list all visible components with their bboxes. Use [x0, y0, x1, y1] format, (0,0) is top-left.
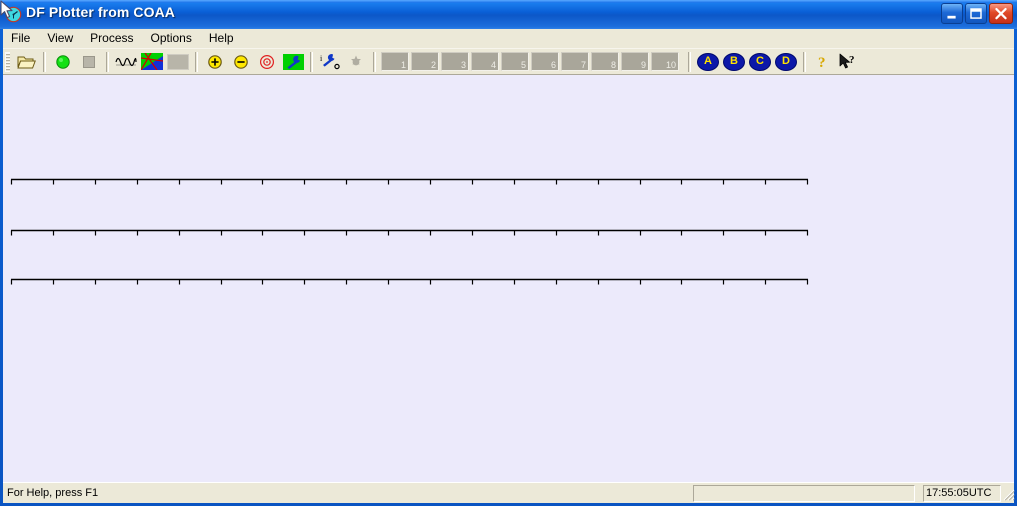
- channel-b-badge: B: [723, 52, 745, 71]
- menu-item-file[interactable]: File: [3, 30, 38, 47]
- channel-d-badge: D: [775, 52, 797, 71]
- compass-dial-icon: [5, 6, 22, 23]
- title-bar-highlight: [0, 0, 1017, 3]
- target-reset-icon: [259, 54, 275, 69]
- question-mark-icon: ?: [818, 55, 826, 71]
- title-bar[interactable]: DF Plotter from COAA: [0, 0, 1017, 29]
- waveform-view-button[interactable]: [114, 50, 138, 73]
- green-circle-run-icon: [56, 54, 70, 69]
- preset-label: 2: [430, 60, 436, 70]
- minimize-button[interactable]: [941, 3, 963, 24]
- open-folder-icon: [16, 56, 36, 69]
- plot-canvas[interactable]: [3, 75, 1014, 482]
- menu-item-view[interactable]: View: [39, 30, 81, 47]
- preset-label: 8: [610, 60, 616, 70]
- toolbar: i 1 2 3 4 5 6 7 8 9 10 A B C D ? ?: [3, 48, 1014, 75]
- toolbar-separator: [310, 51, 313, 72]
- preset-button-2[interactable]: 2: [411, 52, 439, 71]
- toolbar-separator: [688, 51, 691, 72]
- toolbar-separator: [106, 51, 109, 72]
- preset-button-4[interactable]: 4: [471, 52, 499, 71]
- channel-b-button[interactable]: B: [722, 50, 746, 73]
- reset-zoom-button[interactable]: [255, 50, 279, 73]
- context-help-button[interactable]: ?: [837, 50, 861, 73]
- svg-text:?: ?: [849, 54, 855, 66]
- waveform-icon: [115, 57, 137, 67]
- stop-button[interactable]: [77, 50, 101, 73]
- toolbar-separator: [43, 51, 46, 72]
- preset-label: 7: [580, 60, 586, 70]
- channel-c-button[interactable]: C: [748, 50, 772, 73]
- preset-button-6[interactable]: 6: [531, 52, 559, 71]
- preset-button-8[interactable]: 8: [591, 52, 619, 71]
- open-file-button[interactable]: [14, 50, 38, 73]
- zoom-out-icon: [234, 54, 248, 69]
- map-view-button[interactable]: [140, 50, 164, 73]
- preset-label: 9: [640, 60, 646, 70]
- blank-gray-icon: [167, 53, 189, 70]
- green-wrench-icon: [282, 53, 304, 70]
- plot-background: [3, 75, 1014, 482]
- help-button[interactable]: ?: [811, 50, 835, 73]
- application-window: DF Plotter from COAA File View Process O…: [0, 0, 1017, 506]
- plot-client-area[interactable]: [3, 75, 1014, 482]
- preset-label: 1: [400, 60, 406, 70]
- preset-label: 6: [550, 60, 556, 70]
- configure-button[interactable]: i: [318, 50, 342, 73]
- toolbar-separator: [373, 51, 376, 72]
- menu-item-process[interactable]: Process: [82, 30, 141, 47]
- info-wrench-icon: i: [320, 54, 340, 69]
- svg-text:?: ?: [818, 55, 826, 71]
- status-message-panel: [693, 485, 915, 502]
- preset-button-9[interactable]: 9: [621, 52, 649, 71]
- zoom-in-icon: [208, 54, 222, 69]
- setup-button[interactable]: [281, 50, 305, 73]
- window-title: DF Plotter from COAA: [26, 4, 175, 20]
- preset-button-1[interactable]: 1: [381, 52, 409, 71]
- preset-label: 10: [665, 60, 676, 70]
- calibrate-button[interactable]: [344, 50, 368, 73]
- toolbar-grip[interactable]: [5, 51, 10, 72]
- bearing-view-button[interactable]: [166, 50, 190, 73]
- zoom-in-button[interactable]: [203, 50, 227, 73]
- start-button[interactable]: [51, 50, 75, 73]
- status-bar: For Help, press F1 17:55:05UTC: [3, 482, 1015, 503]
- channel-d-button[interactable]: D: [774, 50, 798, 73]
- preset-button-5[interactable]: 5: [501, 52, 529, 71]
- map-terrain-icon: [141, 53, 163, 70]
- preset-button-7[interactable]: 7: [561, 52, 589, 71]
- channel-c-badge: C: [749, 52, 771, 71]
- channel-a-button[interactable]: A: [696, 50, 720, 73]
- status-help-text: For Help, press F1: [7, 487, 99, 499]
- context-help-arrow-icon: ?: [839, 53, 855, 68]
- maximize-button[interactable]: [965, 3, 987, 24]
- gray-star-icon: [351, 55, 361, 65]
- channel-a-badge: A: [697, 52, 719, 71]
- svg-text:i: i: [320, 54, 323, 63]
- menu-item-help[interactable]: Help: [201, 30, 242, 47]
- preset-button-10[interactable]: 10: [651, 52, 679, 71]
- menu-item-options[interactable]: Options: [143, 30, 200, 47]
- close-button[interactable]: [989, 3, 1013, 24]
- preset-label: 4: [490, 60, 496, 70]
- menu-bar: File View Process Options Help: [3, 29, 1014, 48]
- toolbar-separator: [803, 51, 806, 72]
- resize-grip-icon[interactable]: [1003, 489, 1015, 501]
- toolbar-separator: [195, 51, 198, 72]
- zoom-out-button[interactable]: [229, 50, 253, 73]
- preset-button-3[interactable]: 3: [441, 52, 469, 71]
- status-time-panel: 17:55:05UTC: [923, 485, 1001, 502]
- preset-label: 3: [460, 60, 466, 70]
- preset-label: 5: [520, 60, 526, 70]
- gray-square-stop-icon: [83, 55, 95, 68]
